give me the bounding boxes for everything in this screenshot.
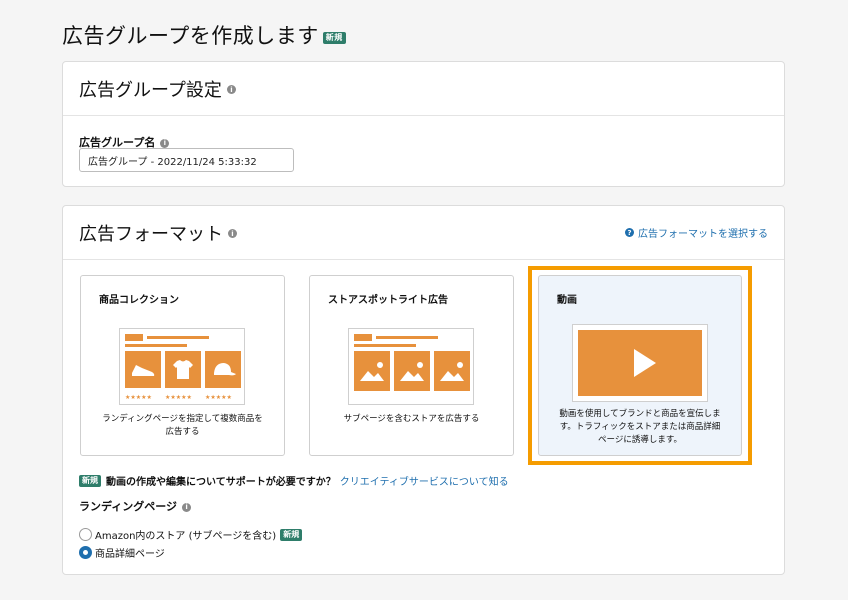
format-card-store-spotlight[interactable]: ストアスポットライト広告 サブページを含むストアを広告する [309,275,514,456]
play-icon [634,349,656,377]
rating-stars: ★★★★★ ★★★★★ ★★★★★ [125,394,232,401]
info-icon[interactable]: i [160,138,170,148]
svg-text:★★★★★: ★★★★★ [205,394,232,401]
new-badge: 新規 [322,32,346,44]
video-frame [578,330,702,396]
illustration-line [125,344,187,347]
info-icon[interactable]: i [226,85,236,94]
page-title: 広告グループを作成します 新規 [62,20,346,50]
settings-panel-header: 広告グループ設定 i [63,62,784,116]
ad-group-name-input[interactable] [79,148,294,172]
tshirt-icon [173,360,193,379]
question-circle-icon: ? [625,228,634,237]
svg-text:★★★★★: ★★★★★ [125,394,152,401]
card-title: 商品コレクション [99,295,179,306]
format-title-text: 広告フォーマット [79,223,223,245]
landscape-tile [354,351,390,391]
card-desc-line: ページに誘導します。 [598,435,682,445]
info-icon[interactable]: i [228,229,237,238]
illustration-line [354,344,416,347]
landscape-tile [394,351,430,391]
landscape-tile [434,351,470,391]
shoe-tile [125,351,161,388]
ad-group-settings-panel: 広告グループ設定 i 広告グループ名 i [62,61,785,187]
product-collection-illustration: ★★★★★ ★★★★★ ★★★★★ [119,328,245,405]
illustration-logo-block [125,334,143,341]
cap-icon [214,363,236,376]
select-format-help-link[interactable]: ? 広告フォーマットを選択する [625,225,768,240]
new-badge: 新規 [79,474,101,487]
landscape-icon [440,362,464,381]
landing-option-label: Amazon内のストア (サブページを含む) [95,531,277,542]
card-title: 動画 [557,295,577,306]
landing-page-label: ランディングページ i [79,498,192,514]
landscape-icon [360,362,384,381]
format-card-product-collection[interactable]: 商品コレクション ★★★★★ ★★★★★ ★★★★★ ランディングページを指定し… [80,275,285,456]
illustration-line [147,336,209,339]
card-description: ランディングページを指定して複数商品を 広告する [89,413,276,439]
radio-store[interactable] [79,528,92,541]
card-desc-line: ランディングページを指定して複数商品を [102,414,263,424]
illustration-logo-block [354,334,372,341]
card-title: ストアスポットライト広告 [328,295,448,306]
shirt-tile [165,351,201,388]
note-question: 動画の作成や編集についてサポートが必要ですか？ [106,477,336,488]
creative-services-link[interactable]: クリエイティブサービスについて知る [340,473,509,488]
format-panel-header: 広告フォーマット i ? 広告フォーマットを選択する [63,206,784,260]
card-desc-line: 広告する [165,427,200,437]
landing-option-store[interactable]: Amazon内のストア (サブページを含む) 新規 [79,527,303,542]
creative-support-note: 新規 動画の作成や編集についてサポートが必要ですか？ クリエイティブサービスにつ… [79,473,509,488]
illustration-line [376,336,438,339]
shoe-icon [132,365,155,376]
card-description: 動画を使用してブランドと商品を宣伝しま す。トラフィックをストアまたは商品詳細 … [547,408,733,447]
svg-text:★★★★★: ★★★★★ [165,394,192,401]
card-description: サブページを含むストアを広告する [318,413,505,426]
landing-option-product-detail[interactable]: 商品詳細ページ [79,545,165,560]
page-title-text: 広告グループを作成します [62,24,319,48]
radio-product-detail[interactable] [79,546,92,559]
ad-format-panel: 広告フォーマット i ? 広告フォーマットを選択する 商品コレクション ★★★★… [62,205,785,575]
settings-title-text: 広告グループ設定 [79,79,222,101]
format-panel-title: 広告フォーマット i [79,220,237,246]
help-link-text: 広告フォーマットを選択する [638,229,768,240]
store-spotlight-illustration [348,328,474,405]
format-card-video[interactable]: 動画 動画を使用してブランドと商品を宣伝しま す。トラフィックをストアまたは商品… [538,275,742,456]
card-desc-line: す。トラフィックをストアまたは商品詳細 [559,422,721,432]
video-illustration [572,324,708,402]
info-icon[interactable]: i [182,502,192,512]
settings-panel-title: 広告グループ設定 i [79,76,236,102]
landscape-icon [400,362,424,381]
cap-tile [205,351,241,388]
card-desc-line: 動画を使用してブランドと商品を宣伝しま [559,409,721,419]
landing-page-label-text: ランディングページ [79,500,178,513]
new-badge: 新規 [280,528,303,541]
card-desc-line: サブページを含むストアを広告する [343,414,480,424]
landing-option-label: 商品詳細ページ [95,549,165,560]
